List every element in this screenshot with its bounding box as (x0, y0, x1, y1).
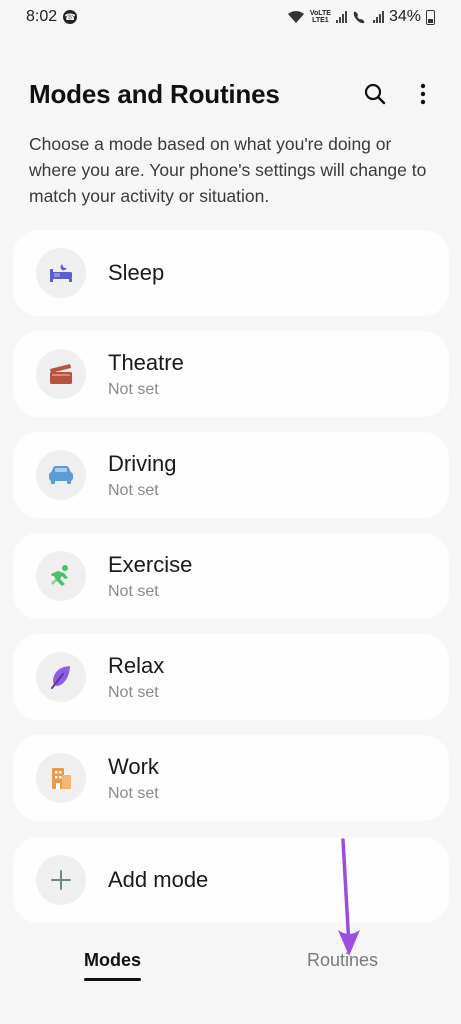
mode-name: Driving (108, 450, 177, 476)
annotation-arrow (338, 838, 360, 956)
call-icon: ☎ (63, 10, 78, 24)
mode-name: Exercise (108, 551, 193, 577)
clapperboard-icon (36, 349, 86, 399)
search-button[interactable] (361, 80, 389, 108)
mode-name: Relax (108, 652, 165, 678)
header-actions (361, 80, 437, 108)
car-icon (36, 450, 86, 500)
running-icon (36, 551, 86, 601)
mode-status: Not set (108, 380, 159, 398)
status-time: 8:02 (26, 8, 58, 25)
battery-icon (426, 9, 435, 25)
mode-text: Theatre Not set (108, 350, 184, 399)
mode-item-work[interactable]: Work Not set (13, 735, 449, 821)
mode-status: Not set (108, 784, 159, 802)
add-mode-button[interactable]: Add mode (13, 837, 449, 923)
app-header: Modes and Routines (29, 74, 437, 114)
tab-modes[interactable]: Modes (84, 950, 142, 981)
bottom-tab-bar: Modes Routines (0, 950, 461, 990)
mode-item-driving[interactable]: Driving Not set (13, 432, 449, 518)
wifi-icon (287, 11, 304, 23)
mode-item-relax[interactable]: Relax Not set (13, 634, 449, 720)
mode-status: Not set (108, 582, 159, 600)
bed-icon (36, 248, 86, 298)
mode-name: Theatre (108, 349, 184, 375)
mode-text: Add mode (108, 867, 208, 893)
volte-label: VoLTE LTE1 (309, 10, 331, 24)
battery-percent: 34% (388, 8, 421, 25)
more-vertical-icon (420, 83, 426, 105)
search-icon (364, 83, 386, 105)
status-left: 8:02 ☎ (26, 8, 78, 26)
status-bar: 8:02 ☎ VoLTE LTE1 34% (0, 0, 461, 34)
mode-name: Work (108, 753, 159, 779)
mode-name: Sleep (108, 260, 165, 285)
page-title: Modes and Routines (29, 78, 280, 109)
page-description: Choose a mode based on what you're doing… (29, 134, 427, 206)
signal-icon (335, 11, 347, 23)
mode-text: Relax Not set (108, 653, 164, 702)
leaf-icon (36, 652, 86, 702)
plus-icon (36, 855, 86, 905)
mode-name: Add mode (108, 867, 209, 892)
mode-status: Not set (108, 481, 159, 499)
status-right: VoLTE LTE1 34% (287, 8, 435, 26)
tab-routines[interactable]: Routines (307, 950, 378, 971)
mode-item-exercise[interactable]: Exercise Not set (13, 533, 449, 619)
mode-text: Sleep (108, 260, 164, 286)
mode-item-theatre[interactable]: Theatre Not set (13, 331, 449, 417)
signal-icon-2 (372, 11, 384, 23)
mode-item-sleep[interactable]: Sleep (13, 230, 449, 316)
mode-text: Driving Not set (108, 451, 176, 500)
building-icon (36, 753, 86, 803)
mode-text: Work Not set (108, 754, 159, 803)
mode-text: Exercise Not set (108, 552, 192, 601)
wifi-calling-icon (353, 11, 365, 24)
more-options-button[interactable] (409, 80, 437, 108)
mode-status: Not set (108, 683, 159, 701)
